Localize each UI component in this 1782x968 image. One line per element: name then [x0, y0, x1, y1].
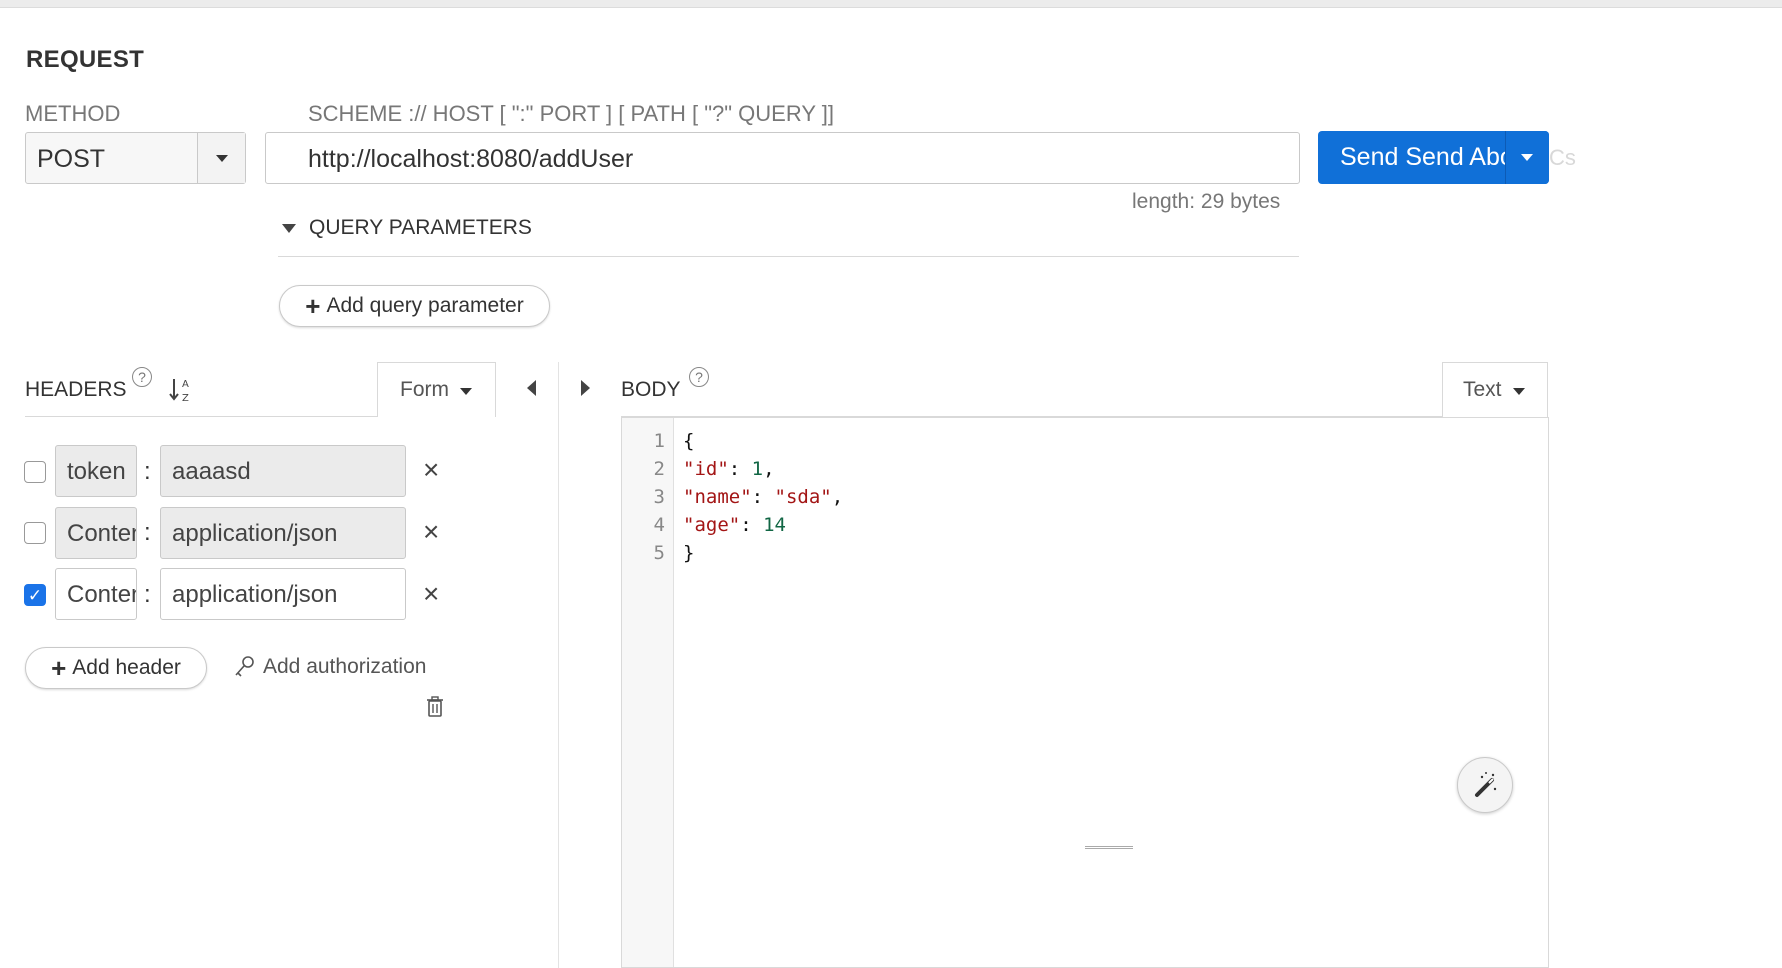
- chevron-down-icon: [460, 388, 472, 395]
- magic-wand-icon: [1475, 772, 1497, 797]
- help-icon[interactable]: ?: [689, 367, 709, 387]
- beautify-button[interactable]: [1457, 757, 1513, 813]
- collapse-triangle-icon[interactable]: [282, 224, 296, 233]
- colon-separator: :: [144, 458, 151, 485]
- add-header-label: Add header: [72, 656, 181, 679]
- code-line: "age": 14: [683, 514, 786, 536]
- json-key: "id": [683, 458, 729, 480]
- chevron-down-icon: [216, 155, 228, 162]
- line-number: 3: [653, 486, 665, 508]
- add-header-button[interactable]: + Add header: [25, 647, 207, 689]
- json-key: "name": [683, 486, 752, 508]
- headers-mode-select[interactable]: Form: [377, 362, 496, 417]
- expand-right-icon[interactable]: [581, 380, 590, 396]
- body-label: BODY: [621, 378, 681, 401]
- header-value-input[interactable]: application/json: [160, 568, 406, 620]
- code-line: "name": "sda",: [683, 486, 843, 508]
- header-enable-checkbox[interactable]: ✓: [24, 584, 46, 606]
- sort-alpha-icon[interactable]: A Z: [169, 376, 193, 404]
- line-number-gutter: 1 2 3 4 5: [622, 418, 674, 967]
- collapse-left-icon[interactable]: [527, 380, 536, 396]
- key-icon[interactable]: [234, 655, 256, 679]
- body-code-editor[interactable]: 1 2 3 4 5 { "id": 1, "name": "sda", "age…: [621, 417, 1549, 968]
- json-sep: :: [728, 458, 752, 480]
- method-value: POST: [37, 145, 106, 173]
- code-line: {: [683, 430, 694, 452]
- svg-text:Z: Z: [182, 393, 189, 404]
- line-number: 2: [653, 458, 665, 480]
- request-title: REQUEST: [26, 46, 145, 73]
- help-icon[interactable]: ?: [132, 367, 152, 387]
- body-mode-value: Text: [1463, 378, 1502, 401]
- remove-header-icon[interactable]: ×: [423, 580, 439, 608]
- header-name-input[interactable]: token: [55, 445, 137, 497]
- json-string: "sda": [774, 486, 832, 508]
- chevron-down-icon: [1513, 388, 1525, 395]
- svg-text:A: A: [182, 379, 189, 390]
- header-name-input[interactable]: Content-Type: [55, 568, 137, 620]
- json-sep: :: [740, 514, 764, 536]
- add-query-parameter-label: Add query parameter: [326, 294, 524, 317]
- header-name-input[interactable]: Content-Type: [55, 507, 137, 559]
- json-number: 1: [751, 458, 764, 480]
- divider: [278, 256, 1299, 257]
- header-enable-checkbox[interactable]: [24, 461, 46, 483]
- json-sep: :: [751, 486, 775, 508]
- send-button-label: Send Send Abort: [1340, 143, 1530, 171]
- code-line: }: [683, 542, 694, 564]
- line-number: 1: [653, 430, 665, 452]
- header-value-input[interactable]: aaaasd: [160, 445, 406, 497]
- json-comma: ,: [763, 458, 775, 480]
- remove-header-icon[interactable]: ×: [423, 456, 439, 484]
- remove-header-icon[interactable]: ×: [423, 518, 439, 546]
- url-length: length: 29 bytes: [1132, 190, 1281, 213]
- panel-divider: [558, 362, 559, 968]
- colon-separator: :: [144, 519, 151, 546]
- code-brace: {: [683, 430, 695, 452]
- plus-icon: +: [51, 653, 67, 683]
- colon-separator: :: [144, 581, 151, 608]
- json-comma: ,: [831, 486, 844, 508]
- add-query-parameter-button[interactable]: + Add query parameter: [279, 285, 550, 327]
- trash-icon[interactable]: [425, 696, 445, 718]
- code-brace: }: [683, 542, 695, 564]
- code-line: "id": 1,: [683, 458, 775, 480]
- line-number: 5: [653, 542, 665, 564]
- ghost-text: Cs: [1549, 145, 1576, 170]
- chevron-down-icon: [1521, 154, 1533, 161]
- json-key: "age": [683, 514, 741, 536]
- header-enable-checkbox[interactable]: [24, 522, 46, 544]
- headers-label: HEADERS: [25, 378, 127, 401]
- send-dropdown-button[interactable]: [1505, 131, 1549, 184]
- resize-handle[interactable]: [1085, 846, 1133, 849]
- url-value: http://localhost:8080/addUser: [308, 145, 634, 173]
- body-mode-select[interactable]: Text: [1442, 362, 1548, 417]
- add-authorization-link[interactable]: Add authorization: [263, 655, 426, 679]
- headers-mode-value: Form: [400, 378, 449, 401]
- json-number: 14: [763, 514, 786, 536]
- url-input[interactable]: http://localhost:8080/addUser: [265, 132, 1300, 184]
- query-parameters-toggle[interactable]: QUERY PARAMETERS: [309, 216, 532, 240]
- method-label: METHOD: [25, 101, 121, 126]
- method-dropdown-button[interactable]: [197, 133, 245, 183]
- line-number: 4: [653, 514, 665, 536]
- top-strip: [0, 0, 1782, 8]
- plus-icon: +: [305, 291, 321, 321]
- header-value-input[interactable]: application/json: [160, 507, 406, 559]
- method-select[interactable]: POST: [25, 132, 246, 184]
- send-button[interactable]: Send Send Abort: [1318, 131, 1549, 184]
- url-format-label: SCHEME :// HOST [ ":" PORT ] [ PATH [ "?…: [308, 101, 834, 126]
